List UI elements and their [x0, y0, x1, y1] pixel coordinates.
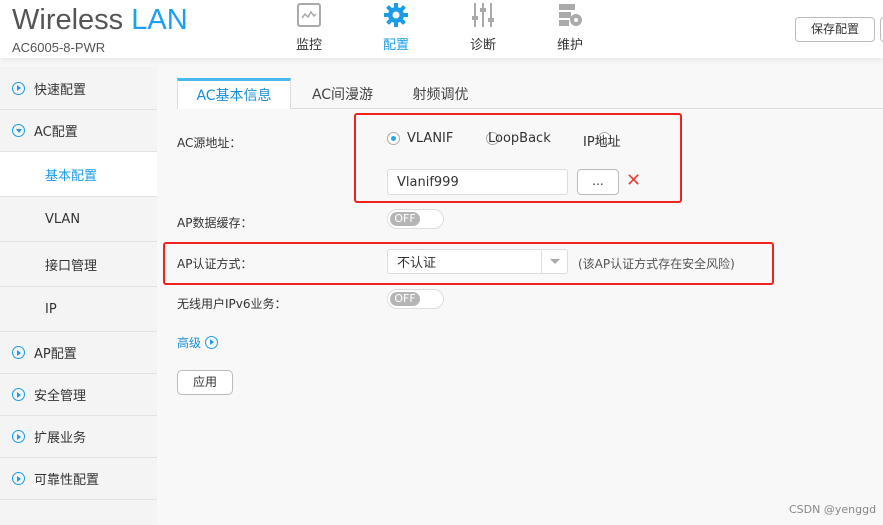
- ipv6-label: 无线用户IPv6业务：: [177, 297, 287, 311]
- sidebar-item-label: 基本配置: [45, 168, 98, 184]
- device-model: AC6005-8-PWR: [12, 40, 106, 55]
- nav-label: 监控: [295, 38, 322, 53]
- nav-maintain[interactable]: 维护: [540, 2, 600, 53]
- sidebar-item-ap-config[interactable]: AP配置: [0, 332, 157, 374]
- sidebar-item-vlan[interactable]: VLAN: [0, 197, 157, 242]
- sidebar-item-label: 安全管理: [34, 389, 87, 404]
- sidebar-item-extensions[interactable]: 扩展业务: [0, 416, 157, 458]
- chevron-right-icon: [12, 472, 25, 485]
- save-config-button[interactable]: 保存配置: [795, 17, 875, 42]
- sidebar-item-label: IP: [45, 301, 57, 317]
- nav-diagnose[interactable]: 诊断: [453, 2, 513, 53]
- nav-label: 配置: [382, 38, 409, 53]
- sidebar: 快速配置 AC配置 基本配置 VLAN 接口管理 IP AP配置 安全管理 扩展…: [0, 67, 157, 525]
- logo: Wireless LAN: [12, 4, 188, 36]
- watermark: CSDN @yenggd: [789, 503, 877, 516]
- header: Wireless LAN AC6005-8-PWR 监控 配置 诊断 维护 保存…: [0, 0, 883, 58]
- chevron-right-icon: [12, 346, 25, 359]
- sidebar-item-reliability[interactable]: 可靠性配置: [0, 458, 157, 500]
- sidebar-item-label: 扩展业务: [34, 431, 87, 446]
- maintenance-icon: [559, 4, 582, 26]
- tab-ac-roaming[interactable]: AC间漫游: [300, 78, 385, 109]
- nav-config[interactable]: 配置: [366, 2, 426, 53]
- gear-icon: [384, 3, 408, 27]
- highlight-box: [163, 242, 774, 285]
- sidebar-item-label: 快速配置: [34, 82, 87, 98]
- chevron-right-icon: [12, 81, 25, 95]
- advanced-link[interactable]: 高级: [177, 334, 219, 351]
- toggle-state: OFF: [390, 292, 420, 306]
- sidebar-item-interface[interactable]: 接口管理: [0, 242, 157, 287]
- ap-cache-label: AP数据缓存：: [177, 216, 253, 230]
- sidebar-item-label: 可靠性配置: [34, 473, 100, 488]
- sidebar-item-ac-config[interactable]: AC配置: [0, 110, 157, 152]
- nav-monitor[interactable]: 监控: [279, 2, 339, 53]
- sidebar-item-label: AP配置: [34, 347, 77, 362]
- monitor-icon: [297, 3, 321, 27]
- highlight-box: [354, 113, 682, 203]
- sidebar-item-basic-config[interactable]: 基本配置: [0, 152, 157, 197]
- toggle-state: OFF: [390, 212, 420, 226]
- sidebar-item-label: AC配置: [34, 125, 78, 140]
- nav-label: 诊断: [469, 38, 496, 53]
- sidebar-item-quick-config[interactable]: 快速配置: [0, 67, 157, 110]
- apply-button[interactable]: 应用: [177, 370, 233, 395]
- chevron-down-icon: [12, 124, 25, 137]
- sidebar-item-label: VLAN: [45, 211, 81, 227]
- nav-label: 维护: [556, 38, 583, 53]
- sidebar-item-security[interactable]: 安全管理: [0, 374, 157, 416]
- tab-rf-tuning[interactable]: 射频调优: [398, 78, 483, 109]
- advanced-label: 高级: [177, 336, 202, 350]
- chevron-right-icon: [205, 336, 219, 349]
- ipv6-toggle[interactable]: OFF: [387, 289, 444, 309]
- sidebar-item-label: 接口管理: [45, 258, 98, 274]
- sliders-icon: [472, 3, 494, 27]
- ap-cache-toggle[interactable]: OFF: [387, 209, 444, 229]
- chevron-right-icon: [12, 388, 25, 401]
- tab-ac-basic[interactable]: AC基本信息: [177, 78, 291, 109]
- sidebar-item-ip[interactable]: IP: [0, 287, 157, 332]
- chevron-right-icon: [12, 430, 25, 443]
- ac-source-label: AC源地址：: [177, 136, 242, 150]
